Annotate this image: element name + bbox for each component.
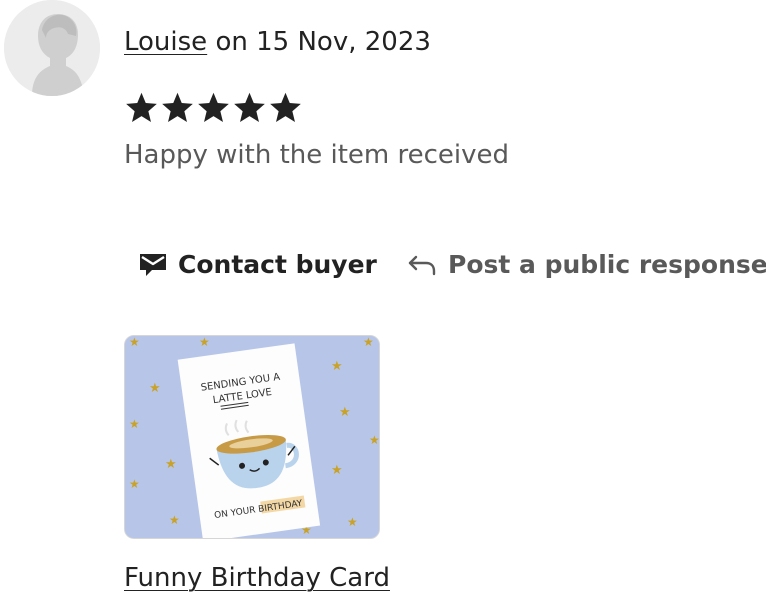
review-meta: Louise on 15 Nov, 2023 xyxy=(124,24,431,60)
svg-text:★: ★ xyxy=(129,336,140,349)
review-text: Happy with the item received xyxy=(124,140,510,170)
star-icon xyxy=(162,92,193,122)
envelope-icon xyxy=(138,249,168,279)
review-date: 15 Nov, 2023 xyxy=(256,27,431,57)
reviewer-name-link[interactable]: Louise xyxy=(124,27,207,57)
svg-text:★: ★ xyxy=(339,405,351,420)
star-icon xyxy=(198,92,229,122)
post-public-response-button[interactable]: Post a public response xyxy=(406,244,766,284)
svg-text:★: ★ xyxy=(369,433,380,447)
svg-text:★: ★ xyxy=(129,477,140,491)
default-user-icon xyxy=(4,0,100,96)
svg-text:★: ★ xyxy=(331,359,343,374)
star-icon xyxy=(126,92,157,122)
star-rating xyxy=(124,90,303,126)
svg-text:★: ★ xyxy=(199,336,210,349)
contact-buyer-button[interactable]: Contact buyer xyxy=(138,244,377,284)
birthday-card-image: ★ ★ ★ ★ ★ ★ ★ ★ ★ ★ ★ ★ ★ ★ SENDING YOU … xyxy=(125,336,380,538)
star-icon xyxy=(270,92,301,122)
svg-text:★: ★ xyxy=(129,417,140,431)
svg-text:★: ★ xyxy=(363,336,374,349)
reviewer-avatar[interactable] xyxy=(4,0,100,96)
item-thumbnail[interactable]: ★ ★ ★ ★ ★ ★ ★ ★ ★ ★ ★ ★ ★ ★ SENDING YOU … xyxy=(124,335,380,539)
item-title-link[interactable]: Funny Birthday Card xyxy=(124,561,390,595)
svg-text:★: ★ xyxy=(347,515,358,529)
post-public-response-label: Post a public response xyxy=(448,249,766,279)
svg-text:★: ★ xyxy=(149,381,161,396)
date-prefix: on xyxy=(207,27,257,57)
contact-buyer-label: Contact buyer xyxy=(178,249,377,279)
star-icon xyxy=(234,92,265,122)
reply-arrow-icon xyxy=(406,249,438,279)
svg-text:★: ★ xyxy=(169,513,180,527)
svg-text:★: ★ xyxy=(165,457,177,472)
svg-text:★: ★ xyxy=(331,463,343,478)
